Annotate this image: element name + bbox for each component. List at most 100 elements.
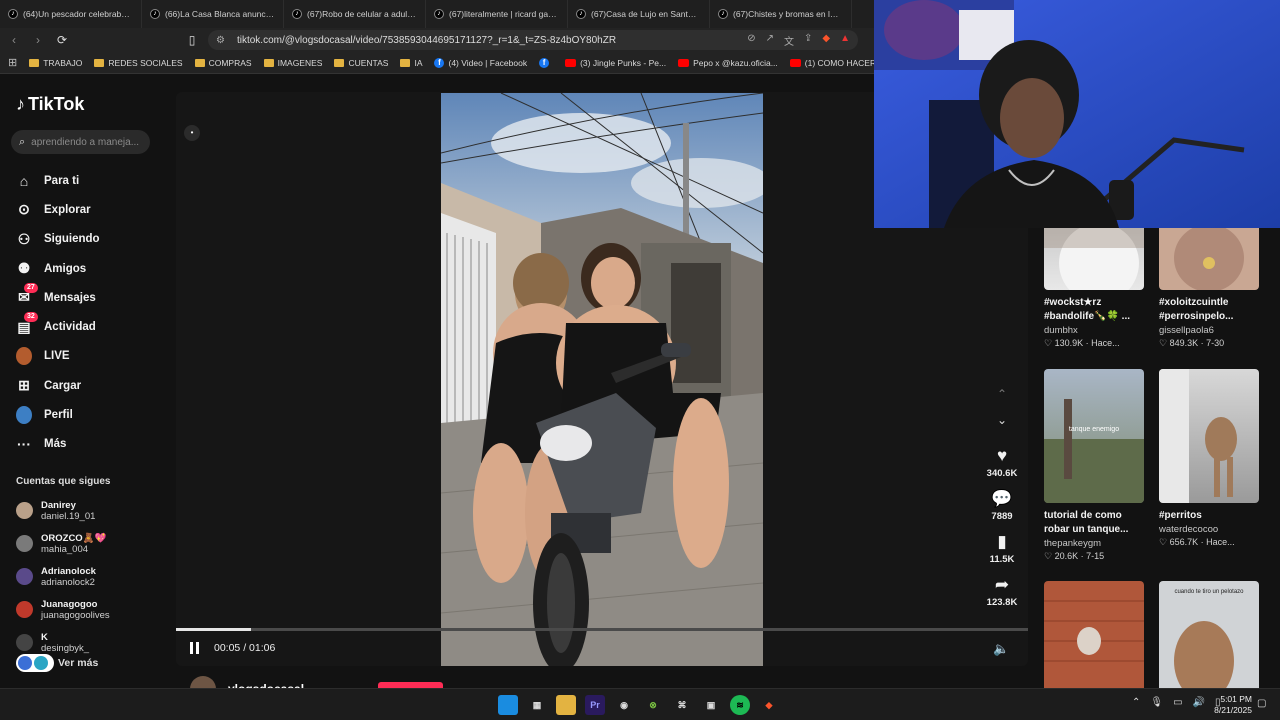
translate-icon[interactable]: 文 (784, 33, 794, 48)
share-arrow-icon[interactable]: ➦ (982, 575, 1022, 595)
nav-item-more[interactable]: ··· Más (16, 430, 166, 459)
search-icon[interactable]: ⌕ (19, 136, 25, 149)
video-progress-bar[interactable] (176, 628, 1028, 631)
microphone-icon[interactable]: 🎙 (1150, 697, 1163, 708)
terminal-icon[interactable]: ▣ (701, 695, 721, 715)
rec-title[interactable]: #xoloitzcuintle #perrosinpelo... (1159, 296, 1261, 324)
heart-icon[interactable]: ♥ (982, 446, 1022, 466)
pause-icon[interactable] (190, 641, 204, 655)
rec-user[interactable]: waterdecocoo (1159, 524, 1261, 535)
like-action[interactable]: ♥ 340.6K (982, 446, 1022, 479)
next-video-icon[interactable]: ⌄ (982, 410, 1022, 436)
nav-item-friends[interactable]: ⚉ Amigos (16, 254, 166, 283)
rec-thumbnail[interactable] (1044, 228, 1144, 290)
bookmark-item[interactable]: CUENTAS (334, 58, 388, 68)
brave-shield-icon[interactable]: ◆ (822, 33, 830, 48)
browser-tab[interactable]: ♪ (67)Chistes y bromas en la cost (710, 0, 852, 28)
account-avatar[interactable] (16, 601, 33, 618)
bookmark-item[interactable]: IA (400, 58, 422, 68)
search-input[interactable] (31, 136, 142, 148)
xbox-icon[interactable]: ⊗ (643, 695, 663, 715)
taskbar-clock[interactable]: 5:01 PM 8/21/2025 (1208, 694, 1252, 716)
following-account[interactable]: OROZCO🧸💖 mahia_004 (16, 527, 166, 560)
widgets-icon[interactable]: ▦ (527, 695, 547, 715)
browser-tab[interactable]: ♪ (67)literalmente | ricard garcia (426, 0, 568, 28)
volume-icon[interactable]: 🔈 (993, 641, 1009, 657)
bookmark-item[interactable]: (3) Jingle Punks - Pe... (565, 58, 666, 68)
bookmark-item[interactable]: Pepo x @kazu.oficia... (678, 58, 778, 68)
windows-start-icon[interactable] (498, 695, 518, 715)
rec-card[interactable]: #wockst★rz #bandolife🍾🍀 ... dumbhx ♡ 130… (1044, 228, 1146, 349)
see-more-link[interactable]: Ver más (16, 654, 98, 672)
browser-tab[interactable]: ♪ (67)Robo de celular a adulto m (284, 0, 426, 28)
nav-item-messages[interactable]: ✉ 27 Mensajes (16, 283, 166, 312)
site-info-icon[interactable]: ⚙ (216, 35, 225, 46)
capcut-icon[interactable]: ⌘ (672, 695, 692, 715)
account-avatar[interactable] (16, 634, 33, 651)
url-bar[interactable]: ⚙ tiktok.com/@vlogsdocasal/video/7538593… (208, 30, 858, 50)
bookmark-item[interactable]: f (539, 57, 553, 68)
bookmark-item[interactable]: TRABAJO (29, 58, 82, 68)
back-icon[interactable]: ‹ (4, 30, 24, 50)
spotify-icon[interactable]: ≋ (730, 695, 750, 715)
brave-browser-icon[interactable]: ◆ (759, 695, 779, 715)
bookmark-page-icon[interactable]: ▯ (182, 30, 202, 50)
rec-thumbnail[interactable] (1044, 581, 1144, 688)
extension-chip[interactable] (16, 654, 54, 672)
comment-icon[interactable]: 💬 (982, 489, 1022, 509)
rec-title[interactable]: #wockst★rz #bandolife🍾🍀 ... (1044, 296, 1146, 324)
search-box[interactable]: ⌕ (11, 130, 150, 154)
tiktok-logo[interactable]: ♪ TikTok (16, 94, 84, 115)
account-avatar[interactable] (16, 568, 33, 585)
file-explorer-icon[interactable] (556, 695, 576, 715)
no-tracking-icon[interactable]: ⊘ (747, 33, 755, 48)
rec-thumbnail[interactable] (1159, 369, 1259, 503)
rec-title[interactable]: #perritos (1159, 509, 1261, 523)
browser-tab[interactable]: ♪ (64)Un pescador celebraba su (0, 0, 142, 28)
forward-icon[interactable]: › (28, 30, 48, 50)
share-icon[interactable]: ⇪ (804, 33, 812, 48)
following-account[interactable]: Adrianolock adrianolock2 (16, 560, 166, 593)
rec-thumbnail[interactable]: tanque enemigo (1044, 369, 1144, 503)
browser-tab[interactable]: ♪ (66)La Casa Blanca anunció un (142, 0, 284, 28)
rec-user[interactable]: dumbhx (1044, 325, 1146, 336)
info-dot-icon[interactable]: • (184, 125, 200, 141)
previous-video-icon[interactable]: ⌃ (982, 384, 1022, 410)
bookmark-item[interactable]: IMAGENES (263, 58, 322, 68)
apps-grid-icon[interactable]: ⊞ (8, 56, 17, 69)
comment-action[interactable]: 💬 7889 (982, 489, 1022, 522)
notification-icon[interactable]: ▢ (1257, 698, 1266, 709)
bookmark-item[interactable]: f (4) Video | Facebook (434, 57, 527, 68)
reload-icon[interactable]: ⟳ (52, 30, 72, 50)
save-action[interactable]: ▮ 11.5K (982, 532, 1022, 565)
account-avatar[interactable] (16, 502, 33, 519)
rec-thumbnail[interactable]: cuando te tiro un pelotazo (1159, 581, 1259, 688)
rec-card[interactable]: cuando te tiro un pelotazo (1159, 581, 1261, 688)
video-frame[interactable] (441, 93, 763, 666)
account-avatar[interactable] (16, 535, 33, 552)
premiere-pro-icon[interactable]: Pr (585, 695, 605, 715)
nav-item-home[interactable]: ⌂ Para ti (16, 166, 166, 195)
brave-rewards-icon[interactable]: ▲ (840, 33, 850, 48)
see-more-label[interactable]: Ver más (58, 657, 98, 669)
speaker-icon[interactable]: 🔊 (1193, 697, 1205, 708)
rec-card[interactable] (1044, 581, 1146, 688)
url-text[interactable]: tiktok.com/@vlogsdocasal/video/753859304… (237, 35, 616, 46)
rec-thumbnail[interactable] (1159, 228, 1259, 290)
nav-item-activity[interactable]: ▤ 32 Actividad (16, 312, 166, 341)
bookmark-icon[interactable]: ▮ (982, 532, 1022, 552)
rec-user[interactable]: gissellpaola6 (1159, 325, 1261, 336)
nav-item-upload[interactable]: ⊞ Cargar (16, 371, 166, 400)
network-icon[interactable]: ▭ (1173, 697, 1182, 708)
nav-item-live[interactable]: LIVE (16, 342, 166, 371)
open-external-icon[interactable]: ↗ (766, 33, 774, 48)
tray-chevron-icon[interactable]: ⌃ (1132, 697, 1140, 708)
bookmark-item[interactable]: COMPRAS (194, 58, 252, 68)
nav-item-profile[interactable]: Perfil (16, 400, 166, 429)
rec-user[interactable]: thepankeygm (1044, 538, 1146, 549)
rec-card[interactable]: #xoloitzcuintle #perrosinpelo... gissell… (1159, 228, 1261, 349)
nav-item-compass[interactable]: ⊙ Explorar (16, 195, 166, 224)
rec-title[interactable]: tutorial de como robar un tanque... (1044, 509, 1146, 537)
following-account[interactable]: Juanagogoo juanagogoolives (16, 593, 166, 626)
share-action[interactable]: ➦ 123.8K (982, 575, 1022, 608)
